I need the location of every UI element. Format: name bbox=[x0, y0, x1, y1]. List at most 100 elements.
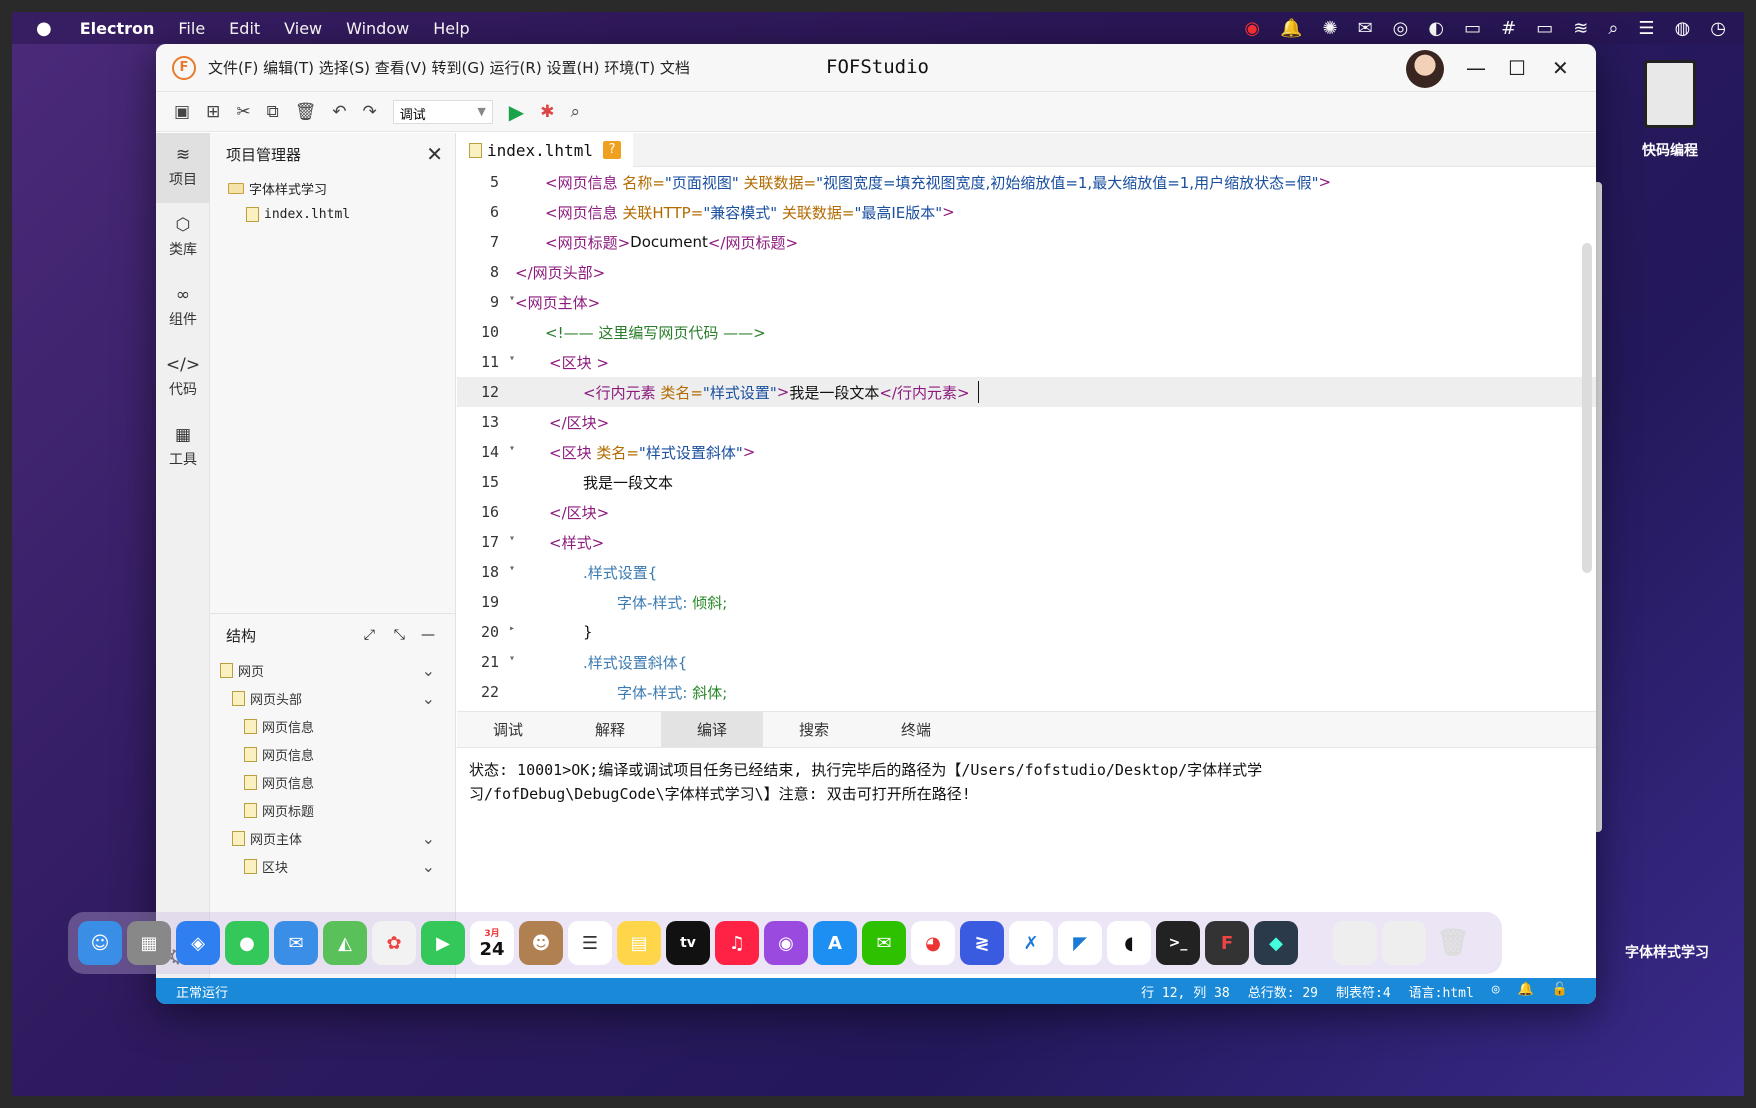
fold-icon[interactable]: ▾ bbox=[509, 533, 515, 544]
vscode-icon[interactable]: ✗ bbox=[1009, 921, 1053, 965]
close-icon[interactable]: ✕ bbox=[1552, 56, 1569, 80]
terminal-icon[interactable]: >_ bbox=[1156, 921, 1200, 965]
spiral-icon[interactable]: ◎ bbox=[1393, 18, 1409, 39]
structure-item[interactable]: 区块 ⌄ bbox=[210, 852, 455, 880]
search-icon[interactable]: ⌕ bbox=[1608, 18, 1618, 39]
activity-tools[interactable]: ▦ 工具 bbox=[156, 413, 210, 483]
siri-icon[interactable]: ◍ bbox=[1675, 18, 1691, 39]
maps-icon[interactable]: ◭ bbox=[323, 921, 367, 965]
control-center-icon[interactable]: ☰ bbox=[1638, 18, 1654, 39]
photos-icon[interactable]: ✿ bbox=[372, 921, 416, 965]
menubar-window[interactable]: Window bbox=[346, 19, 409, 38]
desktop-icon-kuaima[interactable]: 快码编程 bbox=[1620, 60, 1720, 160]
minimize-icon[interactable]: — bbox=[1466, 56, 1486, 80]
close-icon[interactable]: ✕ bbox=[426, 142, 443, 166]
battery-icon[interactable]: ▭ bbox=[1536, 18, 1553, 39]
chrome-icon[interactable]: ◕ bbox=[911, 921, 955, 965]
collapse-icon[interactable]: ⤡ bbox=[394, 627, 405, 643]
fold-icon[interactable]: ▾ bbox=[509, 353, 515, 364]
fofstudio-dock-icon[interactable]: F bbox=[1205, 921, 1249, 965]
app-menu[interactable]: 文件(F) 编辑(T) 选择(S) 查看(V) 转到(G) 运行(R) 设置(H… bbox=[208, 57, 690, 78]
remote-icon[interactable]: ≷ bbox=[960, 921, 1004, 965]
activity-code[interactable]: </> 代码 bbox=[156, 343, 210, 413]
editor-scrollbar[interactable] bbox=[1582, 243, 1592, 573]
app-store-icon[interactable]: A bbox=[813, 921, 857, 965]
lock-icon[interactable]: 🔓 bbox=[1552, 982, 1568, 1001]
trash-icon[interactable]: 🗑 bbox=[1431, 921, 1475, 965]
minimize-panel-icon[interactable]: — bbox=[421, 627, 435, 643]
music-icon[interactable]: ♫ bbox=[715, 921, 759, 965]
menubar-view[interactable]: View bbox=[284, 19, 322, 38]
vpn-icon[interactable]: ◐ bbox=[1428, 18, 1444, 39]
editor-dock-icon[interactable]: ◆ bbox=[1254, 921, 1298, 965]
save-icon[interactable]: ▣ bbox=[174, 102, 190, 122]
finder-icon[interactable]: ☺ bbox=[78, 921, 122, 965]
status-tab-size[interactable]: 制表符:4 bbox=[1336, 982, 1391, 1001]
menubar-edit[interactable]: Edit bbox=[229, 19, 260, 38]
bell-icon[interactable]: 🔔 bbox=[1280, 18, 1302, 39]
aperture-icon[interactable]: ✺ bbox=[1322, 18, 1337, 39]
structure-item[interactable]: 网页信息 bbox=[210, 740, 455, 768]
chevron-down-icon[interactable]: ⌄ bbox=[422, 857, 435, 876]
messages-icon[interactable]: ● bbox=[225, 921, 269, 965]
tab-search[interactable]: 搜索 bbox=[763, 712, 865, 747]
code-area[interactable]: 5 <网页信息 名称= "页面视图" 关联数据= "视图宽度=填充视图宽度,初始缩放… bbox=[457, 167, 1596, 707]
recent-window-1-icon[interactable] bbox=[1333, 921, 1377, 965]
accessibility-icon[interactable]: ◎ bbox=[1492, 982, 1500, 1001]
structure-item[interactable]: 网页信息 bbox=[210, 712, 455, 740]
redo-icon[interactable]: ↷ bbox=[363, 102, 377, 122]
chevron-down-icon[interactable]: ⌄ bbox=[422, 829, 435, 848]
menubar-help[interactable]: Help bbox=[433, 19, 469, 38]
run-mode-select[interactable]: 调试 ▼ bbox=[392, 99, 493, 124]
display-icon[interactable]: ▭ bbox=[1464, 18, 1481, 39]
cut-icon[interactable]: ✂ bbox=[236, 102, 250, 122]
run-icon[interactable]: ▶ bbox=[509, 100, 524, 124]
recent-window-2-icon[interactable] bbox=[1382, 921, 1426, 965]
apple-icon[interactable]: ● bbox=[36, 18, 52, 39]
fold-icon[interactable]: ▾ bbox=[509, 443, 515, 454]
mail-icon[interactable]: ✉ bbox=[274, 921, 318, 965]
activity-components[interactable]: ∞ 组件 bbox=[156, 273, 210, 343]
tab-interpret[interactable]: 解释 bbox=[559, 712, 661, 747]
fold-icon[interactable]: ▾ bbox=[509, 653, 515, 664]
output-text[interactable]: 状态: 10001>OK;编译或调试项目任务已经结束, 执行完毕后的路径为【/U… bbox=[457, 748, 1277, 816]
debug-bug-icon[interactable]: ✱ bbox=[540, 102, 554, 122]
fold-icon[interactable]: ▾ bbox=[509, 563, 515, 574]
chevron-down-icon[interactable]: ⌄ bbox=[422, 661, 435, 680]
new-file-icon[interactable]: ⊞ bbox=[206, 102, 220, 122]
fold-icon[interactable]: ▾ bbox=[509, 293, 515, 304]
menubar-app-name[interactable]: Electron bbox=[80, 19, 155, 38]
bell-icon[interactable]: 🔔 bbox=[1518, 982, 1534, 1001]
editor-tab[interactable]: index.lhtml ? bbox=[457, 133, 633, 167]
tab-compile[interactable]: 编译 bbox=[661, 712, 763, 747]
tv-icon[interactable]: tv bbox=[666, 921, 710, 965]
chevron-down-icon[interactable]: ⌄ bbox=[422, 689, 435, 708]
status-position[interactable]: 行 12, 列 38 bbox=[1141, 982, 1230, 1001]
tab-debug[interactable]: 调试 bbox=[457, 712, 559, 747]
copy-icon[interactable]: ⧉ bbox=[267, 102, 279, 122]
safari-icon[interactable]: ◈ bbox=[176, 921, 220, 965]
reminders-icon[interactable]: ☰ bbox=[568, 921, 612, 965]
qq-icon[interactable]: ◖ bbox=[1107, 921, 1151, 965]
activity-project[interactable]: ≋ 项目 bbox=[156, 133, 210, 203]
structure-item[interactable]: 网页信息 bbox=[210, 768, 455, 796]
facetime-icon[interactable]: ▶ bbox=[421, 921, 465, 965]
activity-library[interactable]: ⬡ 类库 bbox=[156, 203, 210, 273]
wechat-icon[interactable]: ✉ bbox=[1358, 18, 1373, 39]
contacts-icon[interactable]: ☻ bbox=[519, 921, 563, 965]
menubar-file[interactable]: File bbox=[178, 19, 205, 38]
launchpad-icon[interactable]: ▦ bbox=[127, 921, 171, 965]
clock-icon[interactable]: ◷ bbox=[1710, 18, 1726, 39]
tab-terminal[interactable]: 终端 bbox=[865, 712, 967, 747]
tree-file[interactable]: index.lhtml bbox=[210, 201, 455, 227]
structure-item[interactable]: 网页 ⌄ bbox=[210, 656, 455, 684]
fold-icon[interactable]: ▸ bbox=[509, 623, 515, 634]
maximize-icon[interactable]: ☐ bbox=[1508, 56, 1526, 80]
wifi-icon[interactable]: ≋ bbox=[1573, 18, 1588, 39]
grid-tray-icon[interactable]: # bbox=[1501, 18, 1516, 39]
expand-icon[interactable]: ⤢ bbox=[364, 627, 375, 643]
avatar[interactable] bbox=[1406, 50, 1444, 88]
record-icon[interactable]: ◉ bbox=[1244, 18, 1260, 39]
lark-icon[interactable]: ◤ bbox=[1058, 921, 1102, 965]
calendar-icon[interactable]: 3月 24 bbox=[470, 921, 514, 965]
